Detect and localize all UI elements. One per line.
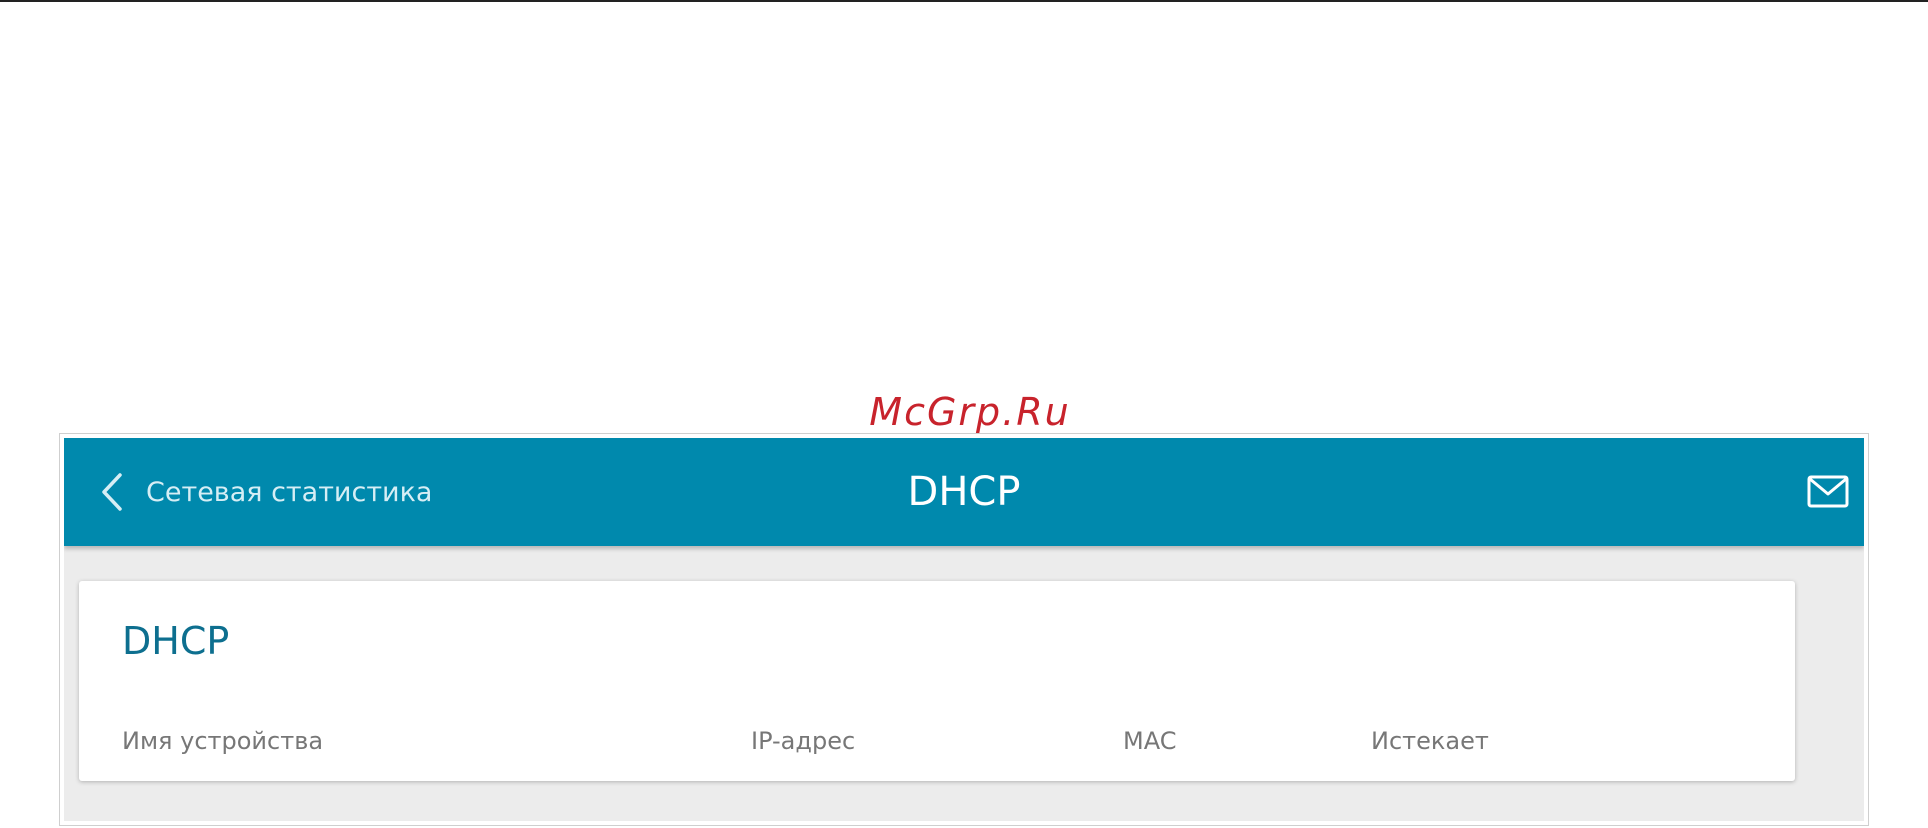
mail-icon [1806, 475, 1850, 516]
back-button[interactable]: Сетевая статистика [100, 466, 432, 518]
column-header-expires: Истекает [1371, 727, 1489, 755]
section-title: DHCP [122, 619, 230, 663]
notifications-button[interactable] [1806, 472, 1850, 512]
dhcp-card: DHCP Имя устройства IP-адрес MAC Истекае… [79, 581, 1795, 781]
top-bar: Сетевая статистика DHCP [64, 438, 1864, 546]
watermark-text: McGrp.Ru [869, 390, 1071, 434]
top-rule [0, 0, 1928, 2]
router-web-ui: Сетевая статистика DHCP DHCP Имя устройс… [64, 438, 1864, 821]
column-header-ip-address: IP-адрес [751, 727, 856, 755]
column-header-mac: MAC [1123, 727, 1177, 755]
column-header-device-name: Имя устройства [122, 727, 324, 755]
chevron-left-icon [100, 472, 124, 512]
back-button-label: Сетевая статистика [146, 476, 433, 508]
